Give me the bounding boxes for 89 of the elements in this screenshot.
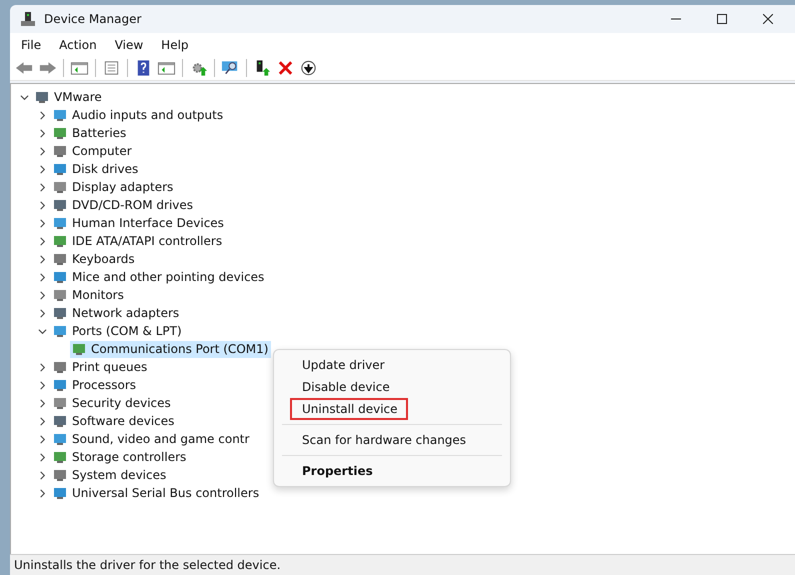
device-icon (52, 413, 68, 429)
device-icon (52, 125, 68, 141)
tree-item[interactable]: Ports (COM & LPT) (51, 322, 185, 340)
device-icon (52, 359, 68, 375)
tree-item[interactable]: Keyboards (51, 250, 138, 268)
chevron-icon[interactable] (38, 128, 46, 138)
chevron-icon[interactable] (38, 308, 46, 318)
device-icon (52, 287, 68, 303)
chevron-icon[interactable] (38, 452, 46, 462)
tree-item[interactable]: Storage controllers (51, 448, 190, 466)
chevron-icon[interactable] (38, 362, 46, 372)
chevron-icon[interactable] (38, 182, 46, 192)
device-icon (52, 305, 68, 321)
chevron-icon[interactable] (38, 470, 46, 480)
device-icon (52, 467, 68, 483)
tree-item[interactable]: Software devices (51, 412, 178, 430)
tree-item[interactable]: Universal Serial Bus controllers (51, 484, 262, 502)
window-pane-icon[interactable] (157, 60, 176, 76)
chevron-icon[interactable] (38, 326, 46, 336)
tree-item[interactable]: Batteries (51, 124, 130, 142)
menu-item[interactable]: Properties (290, 460, 383, 482)
device-icon (52, 269, 68, 285)
tree-item[interactable]: IDE ATA/ATAPI controllers (51, 232, 226, 250)
menu-item[interactable]: Scan for hardware changes (290, 429, 476, 451)
tree-item[interactable]: Processors (51, 376, 140, 394)
menu-item[interactable]: View (106, 38, 152, 52)
maximize-icon[interactable] (717, 14, 727, 24)
menu-item[interactable]: Disable device (290, 376, 400, 398)
tree-item[interactable]: Print queues (51, 358, 150, 376)
chevron-icon[interactable] (38, 254, 46, 264)
chevron-icon[interactable] (38, 164, 46, 174)
chevron-icon[interactable] (38, 146, 46, 156)
properties-sheet-icon[interactable] (102, 60, 121, 76)
device-icon (52, 251, 68, 267)
device-icon (52, 107, 68, 123)
device-icon (52, 323, 68, 339)
chevron-icon[interactable] (38, 416, 46, 426)
chevron-icon[interactable] (20, 92, 28, 102)
tree-item[interactable]: Display adapters (51, 178, 176, 196)
tree-item[interactable]: VMware (33, 88, 105, 106)
back-icon[interactable] (15, 60, 34, 76)
tree-item[interactable]: Monitors (51, 286, 127, 304)
device-icon (52, 485, 68, 501)
device-icon (52, 197, 68, 213)
device-icon (52, 179, 68, 195)
tree-item[interactable]: Security devices (51, 394, 174, 412)
chevron-icon[interactable] (38, 488, 46, 498)
chevron-icon[interactable] (38, 272, 46, 282)
device-icon (52, 143, 68, 159)
chevron-icon[interactable] (38, 200, 46, 210)
menu-item[interactable]: Action (50, 38, 106, 52)
tree-item[interactable]: Communications Port (COM1) (70, 340, 272, 358)
tree-item[interactable]: DVD/CD-ROM drives (51, 196, 196, 214)
device-icon (34, 89, 50, 105)
chevron-icon[interactable] (38, 434, 46, 444)
device-icon (52, 431, 68, 447)
device-icon (52, 449, 68, 465)
tree-item[interactable]: Computer (51, 142, 135, 160)
delete-icon[interactable] (276, 60, 295, 76)
chevron-icon[interactable] (38, 110, 46, 120)
chevron-icon[interactable] (38, 236, 46, 246)
chevron-icon[interactable] (38, 290, 46, 300)
device-icon (52, 215, 68, 231)
menu-item[interactable]: Uninstall device (290, 398, 408, 420)
device-icon (52, 161, 68, 177)
tree-item[interactable]: Audio inputs and outputs (51, 106, 226, 124)
window-pane-icon[interactable] (70, 60, 89, 76)
tree-item[interactable]: Network adapters (51, 304, 182, 322)
device-icon (52, 233, 68, 249)
monitor-search-icon[interactable] (221, 60, 240, 76)
chevron-icon[interactable] (38, 380, 46, 390)
menu-item[interactable]: Update driver (290, 354, 395, 376)
chevron-icon[interactable] (38, 218, 46, 228)
app-icon (20, 11, 36, 27)
window-title: Device Manager (44, 12, 142, 26)
chevron-icon[interactable] (38, 398, 46, 408)
menu-item[interactable]: Help (152, 38, 198, 52)
forward-icon[interactable] (38, 60, 57, 76)
tree-item[interactable]: Human Interface Devices (51, 214, 227, 232)
device-icon (71, 341, 87, 357)
menu-item[interactable]: File (12, 38, 50, 52)
close-icon[interactable] (763, 14, 773, 24)
tree-item[interactable]: Sound, video and game contr (51, 430, 252, 448)
status-bar: Uninstalls the driver for the selected device. (10, 554, 795, 575)
device-icon (52, 377, 68, 393)
device-icon (52, 395, 68, 411)
tree-item[interactable]: Disk drives (51, 160, 142, 178)
tree-item[interactable]: Mice and other pointing devices (51, 268, 268, 286)
tree-item[interactable]: System devices (51, 466, 170, 484)
